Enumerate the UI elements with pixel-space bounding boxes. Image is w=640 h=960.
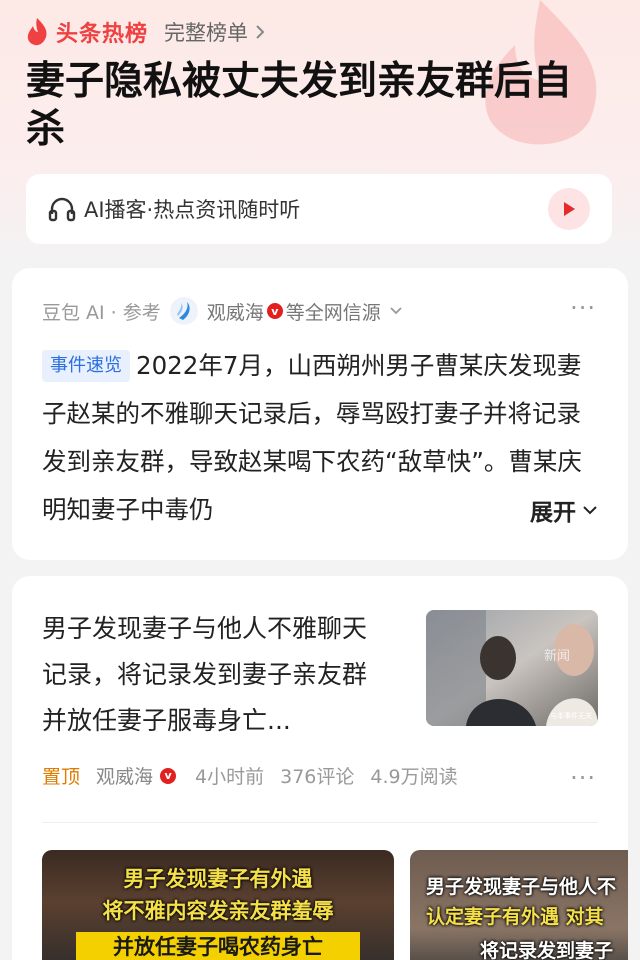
news-comments: 376评论 — [280, 766, 355, 788]
news-author[interactable]: 观威海 — [96, 762, 153, 789]
play-icon — [564, 202, 575, 216]
video-caption-line: 男子发现妻子有外遇 — [123, 867, 313, 891]
news-reads: 4.9万阅读 — [370, 766, 458, 788]
full-list-label: 完整榜单 — [164, 21, 249, 45]
hot-list-header: 头条热榜 完整榜单 妻子隐私被丈夫发到亲友群后自杀 AI播客·热点资讯随时听 — [0, 0, 640, 260]
video-strip: 男子发现妻子有外遇 将不雅内容发亲友群羞辱 并放任妻子喝农药身亡 男子发现妻子与… — [42, 850, 628, 960]
pinned-badge: 置顶 — [42, 766, 81, 788]
news-thumbnail[interactable]: 新闻 与本事件无关 — [426, 610, 598, 726]
ai-source-prefix: 豆包 AI · 参考 — [42, 301, 161, 324]
ai-podcast-bar[interactable]: AI播客·热点资讯随时听 — [26, 174, 612, 244]
video-caption-line: 将不雅内容发亲友群羞辱 — [102, 899, 334, 923]
video-thumbnail[interactable]: 男子发现妻子与他人不 认定妻子有外遇 对其 将记录发到妻子 — [410, 850, 628, 960]
ai-summary-card: 豆包 AI · 参考 观威海 v 等全网信源 ··· 事件速览 2022年7月，山… — [12, 268, 628, 560]
news-title[interactable]: 男子发现妻子与他人不雅聊天记录，将记录发到妻子亲友群并放任妻子服毒身亡... — [42, 606, 390, 744]
divider — [42, 822, 598, 823]
expand-label: 展开 — [530, 500, 576, 526]
ai-more-button[interactable]: ··· — [570, 294, 596, 322]
news-time: 4小时前 — [195, 766, 265, 788]
ai-source-row[interactable]: 豆包 AI · 参考 观威海 v 等全网信源 — [42, 296, 403, 326]
video-caption-line: 并放任妻子喝农药身亡 — [76, 932, 360, 960]
news-more-button[interactable]: ··· — [570, 764, 596, 792]
headphones-icon — [48, 197, 76, 222]
verified-icon: v — [266, 303, 283, 319]
video-thumbnail[interactable]: 男子发现妻子有外遇 将不雅内容发亲友群羞辱 并放任妻子喝农药身亡 — [42, 850, 394, 960]
page-title: 妻子隐私被丈夫发到亲友群后自杀 — [26, 59, 573, 152]
chevron-right-icon — [256, 25, 265, 39]
news-thumbnail-image: 新闻 与本事件无关 — [426, 610, 598, 726]
chevron-down-icon — [390, 307, 402, 315]
video-caption-line: 将记录发到妻子 — [480, 940, 614, 960]
news-card[interactable]: 男子发现妻子与他人不雅聊天记录，将记录发到妻子亲友群并放任妻子服毒身亡... 新… — [12, 576, 628, 960]
thumbnail-note: 与本事件无关 — [550, 711, 592, 720]
video-caption-line: 认定妻子有外遇 对其 — [426, 906, 604, 928]
full-list-link[interactable]: 完整榜单 — [164, 17, 266, 47]
doubao-logo-icon — [169, 297, 198, 325]
chevron-down-icon — [583, 506, 597, 515]
event-overview-tag: 事件速览 — [42, 350, 130, 382]
ai-source-suffix: 等全网信源 — [285, 301, 381, 324]
news-meta-row: 置顶 观威海 v 4小时前 376评论 4.9万阅读 — [42, 762, 458, 789]
expand-button[interactable]: 展开 — [490, 486, 598, 534]
video-caption-line: 男子发现妻子与他人不 — [426, 876, 617, 898]
thumbnail-watermark: 新闻 — [544, 648, 570, 664]
play-button[interactable] — [548, 188, 590, 230]
podcast-label: AI播客·热点资讯随时听 — [84, 198, 301, 222]
ai-source-name: 观威海 — [206, 301, 264, 324]
verified-icon: v — [160, 767, 177, 784]
brand-title: 头条热榜 — [56, 22, 149, 47]
flame-icon — [27, 18, 47, 46]
brand-row: 头条热榜 完整榜单 — [26, 14, 266, 50]
